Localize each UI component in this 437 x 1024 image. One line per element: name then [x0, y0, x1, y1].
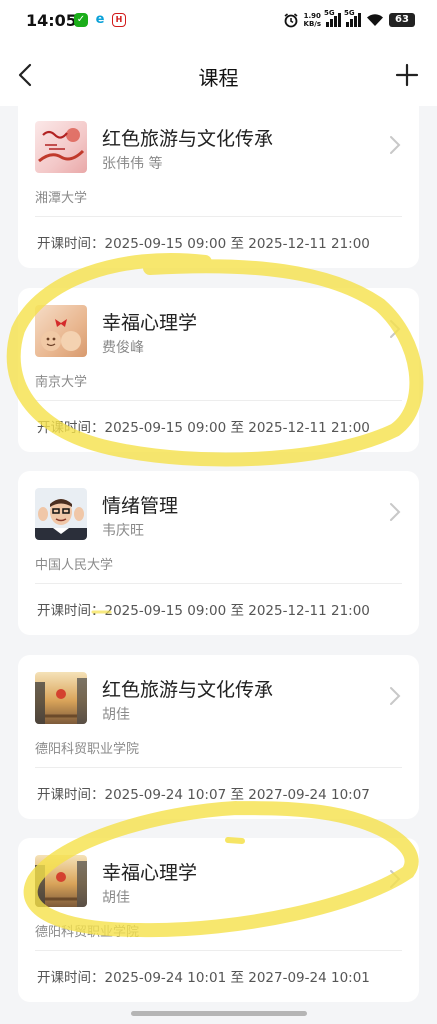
add-icon[interactable]	[395, 63, 419, 87]
course-title: 幸福心理学	[102, 862, 198, 884]
course-title: 情绪管理	[102, 495, 179, 517]
course-card[interactable]: 情绪管理 韦庆旺 中国人民大学 开课时间：2025-09-15 09:00 至 …	[18, 471, 419, 635]
course-teacher: 胡佳	[102, 707, 130, 723]
course-cover-art	[35, 678, 87, 724]
course-teacher: 张伟伟 等	[102, 156, 163, 172]
course-school: 中国人民大学	[35, 558, 114, 573]
wechat-icon: ✓	[74, 13, 88, 27]
time-label: 开课时间：	[37, 787, 105, 803]
time-label: 开课时间：	[37, 236, 105, 252]
chevron-right-icon	[390, 320, 401, 338]
edge-browser-icon: e	[93, 13, 107, 27]
time-range: 2025-09-24 10:07 至 2027-09-24 10:07	[104, 787, 370, 803]
page-title: 课程	[198, 66, 239, 90]
course-card[interactable]: 红色旅游与文化传承 胡佳 德阳科贸职业学院 开课时间：2025-09-24 10…	[18, 655, 419, 819]
course-teacher: 费俊峰	[102, 340, 144, 356]
status-time: 14:05	[26, 11, 77, 30]
course-time: 开课时间：2025-09-15 09:00 至 2025-12-11 21:00	[37, 232, 370, 252]
course-title: 红色旅游与文化传承	[102, 679, 274, 701]
time-label: 开课时间：	[37, 970, 105, 986]
signal-icon: 5G	[324, 9, 341, 27]
system-status: 1.90 KB/s 5G 5G 63	[283, 9, 415, 28]
divider	[35, 950, 402, 951]
home-indicator[interactable]	[131, 1011, 307, 1016]
course-title: 红色旅游与文化传承	[102, 128, 274, 150]
signal-label: 5G	[344, 9, 355, 17]
course-card[interactable]: 幸福心理学 费俊峰 南京大学 开课时间：2025-09-15 09:00 至 2…	[18, 288, 419, 452]
course-card[interactable]: 红色旅游与文化传承 张伟伟 等 湘潭大学 开课时间：2025-09-15 09:…	[18, 104, 419, 268]
divider	[35, 583, 402, 584]
signal-icon: 5G	[344, 9, 361, 27]
course-thumbnail	[35, 855, 87, 907]
chevron-right-icon	[390, 687, 401, 705]
signal-label: 5G	[324, 9, 335, 17]
course-cover-art	[41, 319, 81, 351]
net-speed: 1.90 KB/s	[304, 12, 321, 28]
course-thumbnail	[35, 672, 87, 724]
chevron-right-icon	[390, 503, 401, 521]
course-time: 开课时间：2025-09-15 09:00 至 2025-12-11 21:00	[37, 599, 370, 619]
course-time: 开课时间：2025-09-24 10:07 至 2027-09-24 10:07	[37, 783, 370, 803]
course-cover-art	[35, 499, 87, 540]
chevron-right-icon	[390, 870, 401, 888]
course-school: 德阳科贸职业学院	[35, 742, 140, 757]
net-speed-unit: KB/s	[303, 20, 321, 28]
divider	[35, 767, 402, 768]
time-label: 开课时间：	[37, 603, 105, 619]
time-range: 2025-09-15 09:00 至 2025-12-11 21:00	[104, 420, 370, 436]
course-thumbnail	[35, 488, 87, 540]
status-bar: 14:05 ✓ e H 1.90 KB/s 5G 5G 63	[0, 0, 437, 44]
course-school: 南京大学	[35, 375, 88, 390]
course-thumbnail	[35, 305, 87, 357]
course-cover-art	[35, 861, 87, 907]
wifi-icon	[367, 14, 383, 26]
net-speed-value: 1.90	[303, 12, 321, 20]
divider	[35, 400, 402, 401]
nav-header: 课程	[0, 44, 437, 106]
course-title: 幸福心理学	[102, 312, 198, 334]
time-label: 开课时间：	[37, 420, 105, 436]
course-card[interactable]: 幸福心理学 胡佳 德阳科贸职业学院 开课时间：2025-09-24 10:01 …	[18, 838, 419, 1002]
course-thumbnail	[35, 121, 87, 173]
course-teacher: 胡佳	[102, 890, 130, 906]
chevron-right-icon	[390, 136, 401, 154]
divider	[35, 216, 402, 217]
course-school: 湘潭大学	[35, 191, 88, 206]
time-range: 2025-09-15 09:00 至 2025-12-11 21:00	[104, 236, 370, 252]
course-time: 开课时间：2025-09-24 10:01 至 2027-09-24 10:01	[37, 966, 370, 986]
honor-icon: H	[112, 13, 126, 27]
alarm-icon	[284, 13, 298, 28]
course-school: 德阳科贸职业学院	[35, 925, 140, 940]
notification-icons: ✓ e H	[74, 13, 126, 27]
time-range: 2025-09-24 10:01 至 2027-09-24 10:01	[104, 970, 370, 986]
course-teacher: 韦庆旺	[102, 523, 144, 539]
course-cover-art	[38, 128, 85, 163]
course-time: 开课时间：2025-09-15 09:00 至 2025-12-11 21:00	[37, 416, 370, 436]
battery-icon: 63	[389, 13, 415, 27]
time-range: 2025-09-15 09:00 至 2025-12-11 21:00	[104, 603, 370, 619]
